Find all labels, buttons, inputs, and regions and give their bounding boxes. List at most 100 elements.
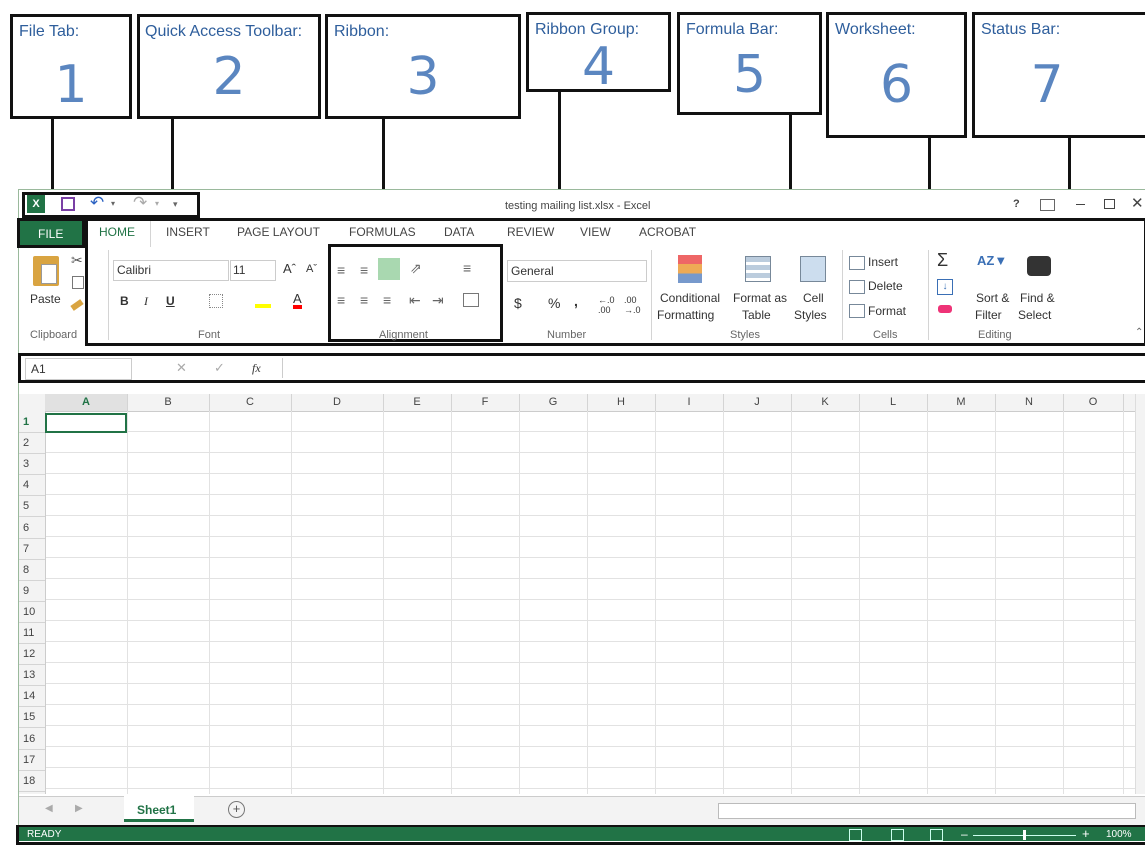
middle-align-icon[interactable]: ≡ [360, 262, 368, 278]
format-as-table-icon[interactable] [745, 256, 771, 282]
column-header[interactable]: F [451, 394, 520, 411]
column-header[interactable]: H [587, 394, 656, 411]
font-color-icon[interactable]: A [293, 292, 302, 309]
zoom-slider-thumb[interactable] [1023, 830, 1026, 840]
select-all-corner[interactable] [19, 394, 46, 411]
percent-button[interactable]: % [548, 295, 560, 311]
worksheet-grid[interactable] [19, 394, 1135, 794]
underline-button[interactable]: U [166, 294, 175, 308]
row-header[interactable]: 12 [19, 644, 45, 666]
decrease-indent-icon[interactable]: ⇤ [409, 292, 421, 309]
bottom-align-icon[interactable] [378, 258, 400, 280]
maximize-icon[interactable] [1104, 199, 1115, 209]
column-header[interactable]: L [859, 394, 928, 411]
row-header[interactable]: 10 [19, 602, 45, 623]
conditional-formatting-icon[interactable] [678, 255, 702, 283]
column-header[interactable]: J [723, 394, 792, 411]
merge-center-icon[interactable] [463, 293, 479, 307]
column-header[interactable]: K [791, 394, 860, 411]
row-header[interactable]: 16 [19, 729, 45, 750]
cell-styles-label2[interactable]: Styles [794, 308, 827, 322]
cell-styles-icon[interactable] [800, 256, 826, 282]
decrease-font-icon[interactable]: Aˇ [306, 263, 317, 275]
sheet-nav-next-icon[interactable]: ▶ [75, 803, 83, 814]
orientation-icon[interactable]: ⇗ [410, 260, 422, 277]
row-header[interactable]: 8 [19, 560, 45, 581]
cancel-entry-icon[interactable]: ✕ [176, 360, 187, 376]
conditional-formatting-label2[interactable]: Formatting [657, 308, 714, 322]
row-header[interactable]: 6 [19, 518, 45, 539]
formula-input[interactable] [282, 358, 1143, 378]
increase-indent-icon[interactable]: ⇥ [432, 292, 444, 309]
increase-decimal-button[interactable]: ←.0 .00 [598, 295, 620, 315]
delete-cells-label[interactable]: Delete [868, 279, 903, 293]
column-header[interactable]: I [655, 394, 724, 411]
active-cell[interactable] [45, 413, 127, 433]
column-header[interactable]: C [209, 394, 292, 411]
row-header[interactable]: 7 [19, 539, 45, 560]
horizontal-scrollbar[interactable] [718, 803, 1136, 819]
row-header[interactable]: 9 [19, 581, 45, 602]
decrease-decimal-button[interactable]: .00 →.0 [624, 295, 646, 315]
collapse-ribbon-icon[interactable]: ⌃ [1135, 327, 1143, 338]
column-header[interactable]: B [127, 394, 210, 411]
row-header[interactable]: 13 [19, 665, 45, 687]
zoom-out-icon[interactable]: – [961, 827, 968, 841]
sheet-nav-prev-icon[interactable]: ◀ [45, 803, 53, 814]
add-sheet-button[interactable]: + [228, 801, 245, 818]
paste-label[interactable]: Paste [30, 292, 61, 306]
sort-filter-label2[interactable]: Filter [975, 308, 1002, 322]
format-as-table-label2[interactable]: Table [742, 308, 771, 322]
enter-entry-icon[interactable]: ✓ [214, 360, 225, 376]
row-header[interactable]: 17 [19, 750, 45, 771]
cut-icon[interactable]: ✂ [71, 252, 83, 269]
find-select-label[interactable]: Find & [1020, 291, 1055, 305]
format-cells-icon[interactable] [849, 304, 865, 318]
sort-filter-icon[interactable]: AZ▼ [977, 253, 1007, 268]
currency-button[interactable]: $ [514, 295, 522, 311]
ribbon-display-icon[interactable] [1040, 199, 1055, 211]
row-header[interactable]: 11 [19, 623, 45, 644]
row-header[interactable]: 5 [19, 496, 45, 518]
align-right-icon[interactable]: ≡ [383, 292, 391, 308]
normal-view-icon[interactable] [849, 829, 862, 841]
vertical-scrollbar[interactable] [1135, 394, 1145, 794]
align-center-icon[interactable]: ≡ [360, 292, 368, 308]
bold-button[interactable]: B [120, 294, 129, 308]
row-header[interactable]: 4 [19, 475, 45, 497]
format-cells-label[interactable]: Format [868, 304, 906, 318]
page-break-view-icon[interactable] [930, 829, 943, 841]
find-select-icon[interactable] [1027, 256, 1051, 276]
clear-icon[interactable] [938, 305, 952, 313]
column-header[interactable]: D [291, 394, 384, 411]
page-layout-view-icon[interactable] [891, 829, 904, 841]
row-header[interactable]: 15 [19, 707, 45, 729]
row-header[interactable]: 2 [19, 433, 45, 455]
help-icon[interactable]: ? [1013, 198, 1020, 210]
close-icon[interactable]: ✕ [1131, 194, 1144, 212]
top-align-icon[interactable]: ≡ [337, 262, 345, 278]
row-header[interactable]: 18 [19, 771, 45, 792]
column-header[interactable]: O [1063, 394, 1124, 411]
insert-function-icon[interactable]: fx [252, 361, 261, 376]
autosum-icon[interactable]: Σ [937, 250, 948, 271]
format-as-table-label[interactable]: Format as [733, 291, 787, 305]
sort-filter-label[interactable]: Sort & [976, 291, 1009, 305]
comma-button[interactable]: , [574, 293, 578, 309]
row-header[interactable]: 14 [19, 686, 45, 708]
row-header[interactable]: 1 [19, 412, 45, 433]
find-select-label2[interactable]: Select [1018, 308, 1051, 322]
align-left-icon[interactable]: ≡ [337, 292, 345, 308]
insert-cells-icon[interactable] [849, 256, 865, 270]
borders-icon[interactable] [209, 294, 223, 308]
minimize-icon[interactable] [1076, 204, 1085, 205]
delete-cells-icon[interactable] [849, 280, 865, 294]
increase-font-icon[interactable]: Aˆ [283, 261, 296, 276]
column-header[interactable]: A [45, 394, 128, 411]
fill-icon[interactable]: ↓ [937, 279, 953, 295]
column-header[interactable]: E [383, 394, 452, 411]
conditional-formatting-label[interactable]: Conditional [660, 291, 720, 305]
copy-icon[interactable] [72, 276, 84, 289]
wrap-text-icon[interactable]: ≡ [463, 260, 471, 276]
italic-button[interactable]: I [144, 294, 148, 309]
